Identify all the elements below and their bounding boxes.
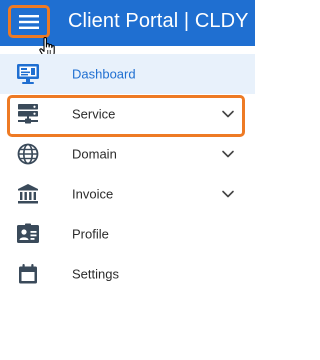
id-card-icon (16, 222, 40, 246)
sidebar-item-service[interactable]: Service (0, 94, 255, 134)
bank-icon (16, 182, 40, 206)
sidebar-item-label: Dashboard (72, 66, 136, 82)
sidebar-item-dashboard[interactable]: Dashboard (0, 54, 255, 94)
chevron-down-icon[interactable] (220, 186, 236, 202)
sidebar-item-label: Service (72, 106, 116, 122)
sidebar-nav: Dashboard Service Domain Invoice Profile… (0, 54, 255, 294)
sidebar-item-label: Invoice (72, 186, 114, 202)
monitor-icon (16, 62, 40, 86)
sidebar-item-label: Settings (72, 266, 119, 282)
sidebar-item-invoice[interactable]: Invoice (0, 174, 255, 214)
sidebar-item-label: Profile (72, 226, 109, 242)
calendar-icon (16, 262, 40, 286)
hamburger-menu-button[interactable] (8, 5, 50, 38)
portal-title: Client Portal | CLDY (68, 10, 249, 32)
sidebar-item-settings[interactable]: Settings (0, 254, 255, 294)
globe-icon (16, 142, 40, 166)
hamburger-menu-icon (19, 14, 39, 29)
sidebar-item-domain[interactable]: Domain (0, 134, 255, 174)
sidebar-item-profile[interactable]: Profile (0, 214, 255, 254)
chevron-down-icon[interactable] (220, 106, 236, 122)
sidebar-item-label: Domain (72, 146, 117, 162)
chevron-down-icon[interactable] (220, 146, 236, 162)
server-icon (16, 102, 40, 126)
